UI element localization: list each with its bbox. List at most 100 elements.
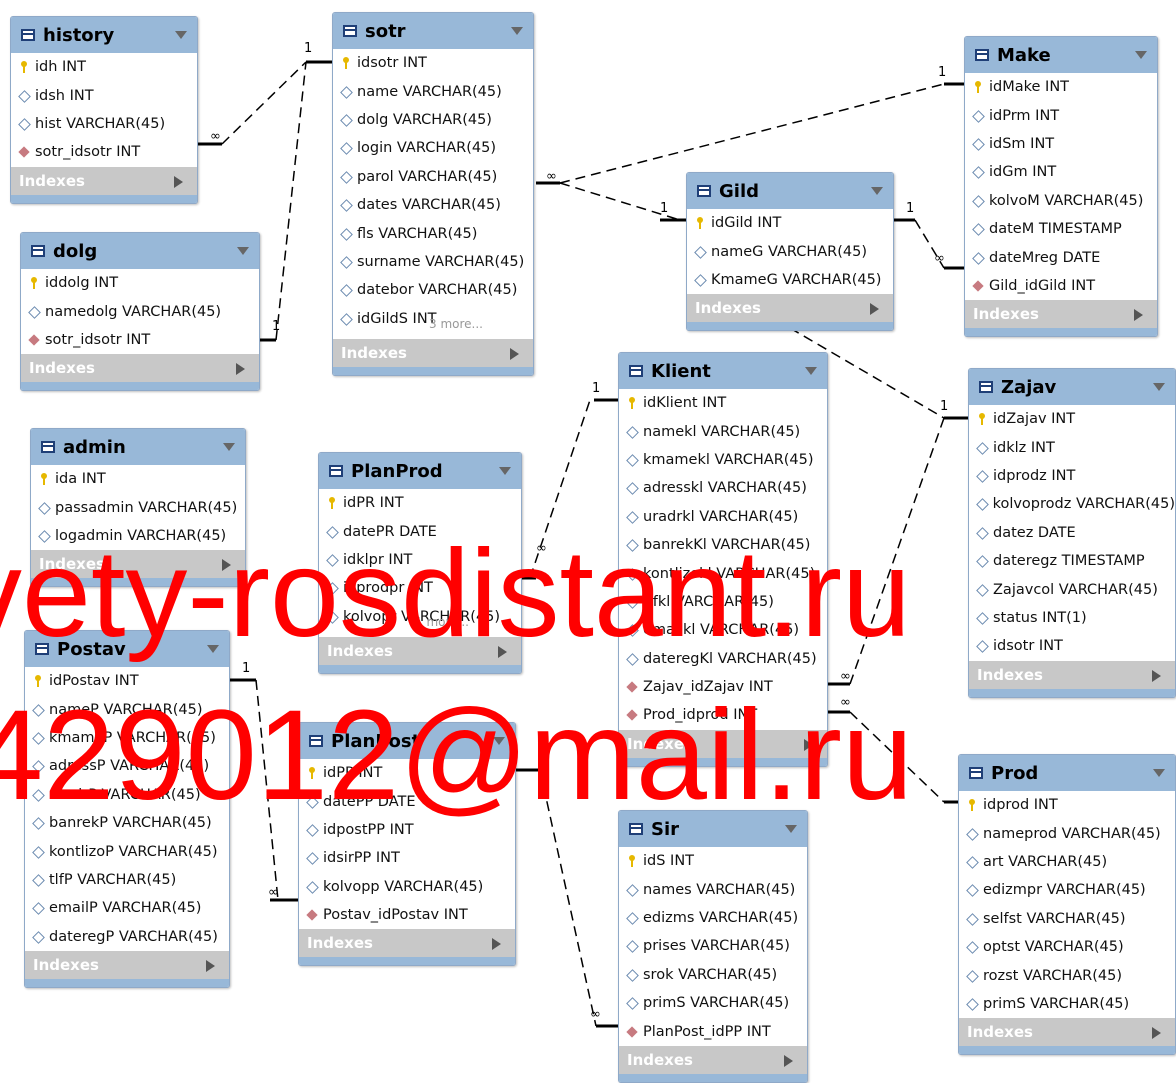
expand-arrow-icon[interactable] xyxy=(174,175,183,188)
table-column-row[interactable]: idh INT xyxy=(11,53,197,81)
table-column-row[interactable]: idGm INT xyxy=(965,158,1157,186)
table-history[interactable]: history idh INT idsh INT hist VARCHAR(45) so… xyxy=(10,16,198,204)
table-column-row[interactable]: idprod INT xyxy=(959,791,1175,819)
table-column-row[interactable]: primS VARCHAR(45) xyxy=(619,989,807,1017)
table-column-row[interactable]: kontlizoP VARCHAR(45) xyxy=(25,837,229,865)
table-header[interactable]: dolg xyxy=(21,233,259,269)
collapse-arrow-icon[interactable] xyxy=(237,247,249,255)
table-column-row[interactable]: kolvoM VARCHAR(45) xyxy=(965,187,1157,215)
table-header[interactable]: history xyxy=(11,17,197,53)
collapse-arrow-icon[interactable] xyxy=(871,187,883,195)
table-column-row[interactable]: dates VARCHAR(45) xyxy=(333,191,533,219)
indexes-section[interactable]: Indexes xyxy=(333,338,533,367)
table-column-row[interactable]: idS INT xyxy=(619,847,807,875)
table-column-row[interactable]: datebor VARCHAR(45) xyxy=(333,276,533,304)
table-column-row[interactable]: srok VARCHAR(45) xyxy=(619,961,807,989)
expand-arrow-icon[interactable] xyxy=(784,1054,793,1067)
expand-arrow-icon[interactable] xyxy=(492,938,501,951)
table-column-row[interactable]: idprodz INT xyxy=(969,462,1175,490)
table-column-row[interactable]: idPrm INT xyxy=(965,101,1157,129)
table-header[interactable]: Gild xyxy=(687,173,893,209)
table-column-row[interactable]: optst VARCHAR(45) xyxy=(959,933,1175,961)
expand-arrow-icon[interactable] xyxy=(510,347,519,360)
table-column-row[interactable]: KmameG VARCHAR(45) xyxy=(687,266,893,294)
table-header[interactable]: sotr xyxy=(333,13,533,49)
table-column-row[interactable]: selfst VARCHAR(45) xyxy=(959,905,1175,933)
table-column-row[interactable]: name VARCHAR(45) xyxy=(333,77,533,105)
table-column-row[interactable]: nameG VARCHAR(45) xyxy=(687,237,893,265)
table-column-row[interactable]: idsotr INT xyxy=(969,632,1175,660)
table-column-row[interactable]: namedolg VARCHAR(45) xyxy=(21,297,259,325)
indexes-section[interactable]: Indexes xyxy=(21,354,259,383)
table-column-row[interactable]: fls VARCHAR(45) xyxy=(333,219,533,247)
table-column-row[interactable]: surname VARCHAR(45) xyxy=(333,248,533,276)
collapse-arrow-icon[interactable] xyxy=(511,27,523,35)
more-columns-label[interactable]: 3 more... xyxy=(429,317,483,331)
table-column-row[interactable]: prises VARCHAR(45) xyxy=(619,932,807,960)
collapse-arrow-icon[interactable] xyxy=(499,467,511,475)
table-dolg[interactable]: dolg iddolg INT namedolg VARCHAR(45) sotr_i… xyxy=(20,232,260,392)
table-column-row[interactable]: sotr_idsotr INT xyxy=(11,138,197,166)
indexes-section[interactable]: Indexes xyxy=(965,300,1157,329)
table-column-row[interactable]: PlanPost_idPP INT xyxy=(619,1017,807,1045)
table-column-row[interactable]: idsh INT xyxy=(11,81,197,109)
table-column-row[interactable]: parol VARCHAR(45) xyxy=(333,163,533,191)
table-column-row[interactable]: passadmin VARCHAR(45) xyxy=(31,493,245,521)
table-column-row[interactable]: kmamekl VARCHAR(45) xyxy=(619,446,827,474)
table-column-row[interactable]: ida INT xyxy=(31,465,245,493)
table-column-row[interactable]: adresskl VARCHAR(45) xyxy=(619,474,827,502)
table-column-row[interactable]: names VARCHAR(45) xyxy=(619,875,807,903)
table-column-row[interactable]: dateregz TIMESTAMP xyxy=(969,547,1175,575)
table-column-row[interactable]: idSm INT xyxy=(965,130,1157,158)
table-column-row[interactable]: login VARCHAR(45) xyxy=(333,134,533,162)
table-prod[interactable]: Prod idprod INT nameprod VARCHAR(45) art VA… xyxy=(958,754,1176,1056)
table-column-row[interactable]: edizms VARCHAR(45) xyxy=(619,904,807,932)
indexes-section[interactable]: Indexes xyxy=(299,929,515,958)
table-column-row[interactable]: Postav_idPostav INT xyxy=(299,901,515,929)
table-column-row[interactable]: iddolg INT xyxy=(21,269,259,297)
expand-arrow-icon[interactable] xyxy=(870,303,879,316)
table-column-row[interactable]: rozst VARCHAR(45) xyxy=(959,961,1175,989)
collapse-arrow-icon[interactable] xyxy=(805,367,817,375)
table-column-row[interactable]: dolg VARCHAR(45) xyxy=(333,106,533,134)
table-column-row[interactable]: Gild_idGild INT xyxy=(965,272,1157,300)
table-column-row[interactable]: edizmpr VARCHAR(45) xyxy=(959,876,1175,904)
table-header[interactable]: PlanProd xyxy=(319,453,521,489)
table-gild[interactable]: Gild idGild INT nameG VARCHAR(45) KmameG VA… xyxy=(686,172,894,332)
collapse-arrow-icon[interactable] xyxy=(1153,383,1165,391)
collapse-arrow-icon[interactable] xyxy=(1135,51,1147,59)
table-column-row[interactable]: idGild INT xyxy=(687,209,893,237)
indexes-section[interactable]: Indexes xyxy=(959,1018,1175,1047)
table-column-row[interactable]: kolvopp VARCHAR(45) xyxy=(299,873,515,901)
table-column-row[interactable]: idPR INT xyxy=(319,489,521,517)
table-column-row[interactable]: idMake INT xyxy=(965,73,1157,101)
indexes-section[interactable]: Indexes xyxy=(969,660,1175,689)
table-header[interactable]: Klient xyxy=(619,353,827,389)
table-header[interactable]: Make xyxy=(965,37,1157,73)
indexes-section[interactable]: Indexes xyxy=(11,166,197,195)
table-header[interactable]: admin xyxy=(31,429,245,465)
table-column-row[interactable]: art VARCHAR(45) xyxy=(959,848,1175,876)
table-column-row[interactable]: nameprod VARCHAR(45) xyxy=(959,819,1175,847)
expand-arrow-icon[interactable] xyxy=(236,363,245,376)
table-make[interactable]: Make idMake INT idPrm INT idSm INT idGm INT k… xyxy=(964,36,1158,338)
table-column-row[interactable]: status INT(1) xyxy=(969,604,1175,632)
table-column-row[interactable]: sotr_idsotr INT xyxy=(21,326,259,354)
table-column-row[interactable]: idKlient INT xyxy=(619,389,827,417)
indexes-section[interactable]: Indexes xyxy=(619,1045,807,1074)
table-column-row[interactable]: primS VARCHAR(45) xyxy=(959,990,1175,1018)
collapse-arrow-icon[interactable] xyxy=(1153,769,1165,777)
table-header[interactable]: Zajav xyxy=(969,369,1175,405)
table-column-row[interactable]: datez DATE xyxy=(969,519,1175,547)
indexes-section[interactable]: Indexes xyxy=(687,294,893,323)
table-sir[interactable]: Sir idS INT names VARCHAR(45) edizms VARCHA… xyxy=(618,810,808,1083)
table-column-row[interactable]: idsotr INT xyxy=(333,49,533,77)
table-column-row[interactable]: emailP VARCHAR(45) xyxy=(25,894,229,922)
table-header[interactable]: Prod xyxy=(959,755,1175,791)
expand-arrow-icon[interactable] xyxy=(1152,1027,1161,1040)
table-column-row[interactable]: namekl VARCHAR(45) xyxy=(619,417,827,445)
table-column-row[interactable]: idklz INT xyxy=(969,433,1175,461)
table-column-row[interactable]: Zajavcol VARCHAR(45) xyxy=(969,575,1175,603)
table-column-row[interactable]: dateMreg DATE xyxy=(965,243,1157,271)
table-column-row[interactable]: idsirPP INT xyxy=(299,844,515,872)
